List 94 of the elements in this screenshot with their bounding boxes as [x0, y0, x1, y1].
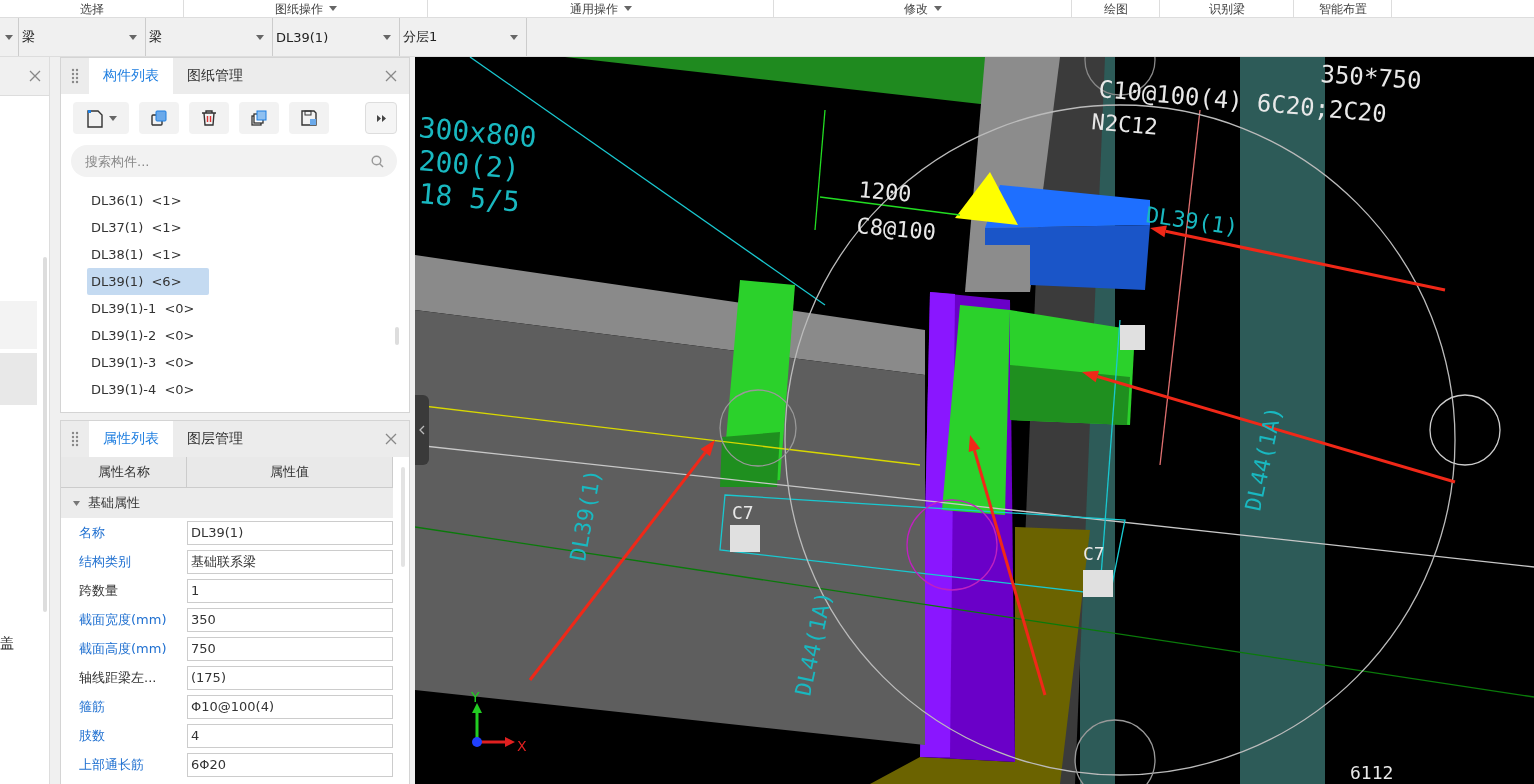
copy-icon — [149, 108, 169, 128]
drawing-annotation: C8@100 — [855, 213, 937, 245]
property-value-field[interactable]: Φ10@100(4) — [187, 694, 393, 719]
layers-icon — [249, 108, 269, 128]
close-icon — [385, 70, 397, 82]
truncated-label: 盖 — [0, 635, 14, 653]
panel-tab[interactable]: 构件列表 — [89, 58, 173, 94]
ribbon-group-label[interactable]: 选择 — [79, 1, 104, 16]
ribbon-group-label[interactable]: 修改 — [903, 1, 928, 16]
dropdown[interactable]: 分层1 — [400, 18, 527, 56]
property-value-field[interactable]: 1 — [187, 578, 393, 603]
group-label: 基础属性 — [88, 494, 140, 512]
ribbon-group-label[interactable]: 绘图 — [1103, 1, 1128, 16]
caret-icon — [510, 34, 518, 40]
scrollbar[interactable] — [395, 327, 399, 345]
expand-toggle[interactable] — [73, 499, 80, 507]
search-icon — [371, 155, 384, 168]
scrollbar[interactable] — [43, 257, 47, 612]
column-header: 属性值 — [187, 457, 393, 488]
column-header: 属性名称 — [61, 457, 187, 488]
close-icon — [29, 70, 41, 82]
panel-tab[interactable]: 图层管理 — [173, 421, 257, 457]
drawing-annotation: DL39(1) — [1144, 202, 1240, 240]
floppy-icon — [299, 108, 319, 128]
trash-icon — [199, 108, 219, 128]
component-list-item[interactable]: DL39(1)-2 <0> — [87, 322, 199, 349]
panel-tab[interactable]: 属性列表 — [89, 421, 173, 457]
property-value-field[interactable]: DL39(1) — [187, 520, 393, 545]
component-list-item[interactable]: DL38(1) <1> — [87, 241, 186, 268]
caret-icon — [256, 34, 264, 40]
drawing-annotation: 350*750 — [1319, 60, 1423, 96]
property-value-field[interactable]: 6Φ20 — [187, 752, 393, 777]
property-name: 结构类别 — [78, 552, 132, 571]
axis-label: Y — [471, 689, 480, 705]
property-value-field[interactable]: (175) — [187, 665, 393, 690]
dropdown[interactable]: 梁 — [19, 18, 146, 56]
property-name: 肢数 — [78, 726, 106, 745]
collapse-caret-icon — [73, 499, 80, 507]
close-button[interactable] — [385, 433, 397, 445]
component-list-item[interactable]: DL36(1) <1> — [87, 187, 186, 214]
dropdown[interactable]: 梁 — [146, 18, 273, 56]
search-field[interactable]: 搜索构件... — [71, 145, 397, 177]
component-list-item[interactable]: DL39(1)-1 <0> — [87, 295, 199, 322]
drag-handle-icon — [71, 68, 79, 84]
ribbon-group-label[interactable]: 通用操作 — [569, 1, 618, 16]
layer-copy-button[interactable] — [239, 102, 279, 134]
drawing-annotation: DL39(1) — [565, 467, 606, 563]
close-button[interactable] — [385, 70, 397, 82]
drawing-annotation: 6112 — [1350, 762, 1394, 783]
property-value-field[interactable]: 基础联系梁 — [187, 549, 393, 574]
grip-square — [1083, 570, 1113, 597]
caret-icon — [383, 34, 391, 40]
ribbon-group-label[interactable]: 识别梁 — [1208, 1, 1245, 16]
property-name: 名称 — [78, 523, 106, 542]
new-document-icon — [85, 108, 105, 128]
ribbon-group-label[interactable]: 图纸操作 — [274, 1, 323, 16]
axis-gizmo-icon — [472, 703, 515, 747]
dropdown[interactable]: DL39(1) — [273, 18, 400, 56]
axis-label: X — [517, 738, 527, 754]
drawing-annotation: 1200 — [857, 177, 913, 207]
grip-square — [1120, 325, 1145, 350]
property-name: 轴线距梁左... — [78, 668, 158, 687]
property-name: 跨数量 — [78, 581, 119, 600]
component-list-item[interactable]: DL39(1) <6> — [87, 268, 209, 295]
ribbon-group-label[interactable]: 智能布置 — [1318, 1, 1367, 16]
property-name: 截面宽度(mm) — [78, 610, 168, 629]
more-button[interactable] — [365, 102, 397, 134]
new-component-button[interactable] — [73, 102, 129, 134]
drawing-annotation: C7 — [732, 502, 754, 523]
property-name: 截面高度(mm) — [78, 639, 168, 658]
grip-square — [730, 525, 760, 552]
property-name: 上部通长筋 — [78, 755, 145, 774]
drawing-annotation: C7 — [1083, 543, 1105, 564]
property-value-field[interactable]: 350 — [187, 607, 393, 632]
caret-icon — [5, 34, 13, 40]
component-list-item[interactable]: DL39(1)-3 <0> — [87, 349, 199, 376]
drag-handle-icon — [71, 431, 79, 447]
close-button[interactable] — [29, 70, 41, 82]
copy-button[interactable] — [139, 102, 179, 134]
collapse-handle[interactable] — [415, 395, 429, 465]
save-button[interactable] — [289, 102, 329, 134]
close-icon — [385, 433, 397, 445]
property-name: 箍筋 — [78, 697, 106, 716]
double-chevron-icon — [376, 114, 386, 122]
caret-icon — [129, 34, 137, 40]
property-value-field[interactable]: 750 — [187, 636, 393, 661]
property-value-field[interactable]: 4 — [187, 723, 393, 748]
delete-button[interactable] — [189, 102, 229, 134]
panel-tab[interactable]: 图纸管理 — [173, 58, 257, 94]
chevron-left-icon — [419, 425, 425, 435]
drawing-annotation: N2C12 — [1090, 109, 1159, 140]
component-list-item[interactable]: DL39(1)-4 <0> — [87, 376, 199, 403]
caret-icon — [109, 115, 117, 121]
component-list-item[interactable]: DL37(1) <1> — [87, 214, 186, 241]
